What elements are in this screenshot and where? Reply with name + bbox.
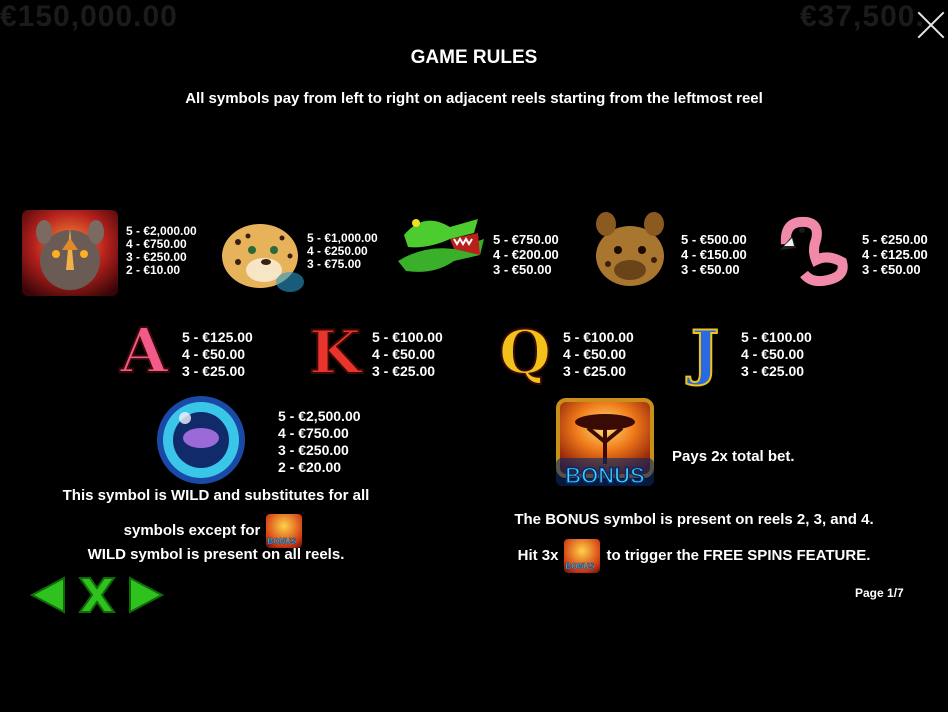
page-indicator: Page 1/7: [855, 586, 904, 600]
pay-line: 5 - €100.00: [563, 329, 634, 345]
crocodile-icon: [394, 205, 488, 285]
pay-line: 4 - €50.00: [563, 346, 627, 362]
prev-page-button[interactable]: [29, 576, 66, 619]
pay-line: 3 - €50.00: [493, 262, 552, 277]
pay-line: 4 - €750.00: [278, 425, 349, 441]
wild-coin-icon: [155, 394, 247, 486]
pay-line: 4 - €50.00: [741, 346, 805, 362]
flamingo-paytable: 5 - €250.00 4 - €125.00 3 - €50.00: [862, 232, 928, 277]
pay-line: 5 - €750.00: [493, 232, 559, 247]
pay-line: 3 - €25.00: [741, 363, 805, 379]
next-page-button[interactable]: [128, 576, 165, 619]
page-title: GAME RULES: [410, 47, 538, 68]
bonus-description-line2: Hit 3x to trigger the FREE SPINS FEATURE.: [478, 539, 910, 573]
pay-line: 2 - €20.00: [278, 459, 342, 475]
close-rules-button[interactable]: [76, 576, 118, 619]
wild-description-line3: WILD symbol is present on all reels.: [87, 546, 345, 563]
bonus-hit-text: Hit 3x: [517, 546, 559, 564]
king-symbol-icon: K: [308, 317, 362, 389]
ace-paytable: 5 - €125.00 4 - €50.00 3 - €25.00: [182, 329, 253, 380]
pay-line: 5 - €2,500.00: [278, 408, 361, 424]
pay-line: 5 - €100.00: [741, 329, 812, 345]
pay-line: 5 - €500.00: [681, 232, 747, 247]
pay-line: 3 - €25.00: [372, 363, 436, 379]
queen-symbol-icon: Q: [498, 317, 552, 389]
pay-line: 4 - €50.00: [182, 346, 246, 362]
pay-line: 5 - €100.00: [372, 329, 443, 345]
hyena-paytable: 5 - €500.00 4 - €150.00 3 - €50.00: [681, 232, 747, 277]
background-win-text: €37,500.: [800, 0, 925, 33]
cheetah-icon: [208, 212, 304, 296]
bonus-trigger-text: to trigger the FREE SPINS FEATURE.: [606, 546, 871, 564]
bonus-pay-description: Pays 2x total bet.: [672, 448, 795, 465]
bonus-mini-icon: [564, 539, 601, 573]
jack-symbol-icon: J: [690, 317, 720, 389]
pay-line: 5 - €250.00: [862, 232, 928, 247]
close-button[interactable]: [916, 10, 946, 40]
pay-line: 2 - €10.00: [126, 263, 181, 277]
pay-line: 3 - €25.00: [563, 363, 627, 379]
pay-line: 4 - €50.00: [372, 346, 436, 362]
queen-paytable: 5 - €100.00 4 - €50.00 3 - €25.00: [563, 329, 634, 380]
rhino-icon: [22, 210, 118, 296]
pay-line: 4 - €150.00: [681, 247, 747, 262]
bonus-mini-icon: [266, 514, 303, 548]
cheetah-paytable: 5 - €1,000.00 4 - €250.00 3 - €75.00: [307, 232, 378, 271]
pay-line: 5 - €125.00: [182, 329, 253, 345]
wild-paytable: 5 - €2,500.00 4 - €750.00 3 - €250.00 2 …: [278, 408, 361, 476]
hyena-icon: [588, 210, 672, 290]
bonus-description-line1: The BONUS symbol is present on reels 2, …: [514, 511, 874, 528]
pay-line: 3 - €250.00: [278, 442, 349, 458]
pay-line: 3 - €25.00: [182, 363, 246, 379]
ace-symbol-icon: A: [119, 314, 169, 387]
arrow-left-icon: [29, 576, 65, 614]
background-balance-text: €150,000.00: [0, 0, 178, 33]
pay-line: 3 - €50.00: [862, 262, 921, 277]
wild-description-line2: symbols except for: [40, 514, 392, 548]
wild-description-text: symbols except for: [123, 521, 261, 539]
jack-paytable: 5 - €100.00 4 - €50.00 3 - €25.00: [741, 329, 812, 380]
flamingo-icon: [772, 214, 852, 288]
crocodile-paytable: 5 - €750.00 4 - €200.00 3 - €50.00: [493, 232, 559, 277]
pay-line: 4 - €125.00: [862, 247, 928, 262]
wild-description-line1: This symbol is WILD and substitutes for …: [62, 487, 370, 504]
pay-line: 3 - €50.00: [681, 262, 740, 277]
pay-line: 4 - €200.00: [493, 247, 559, 262]
bonus-label: BONUS: [565, 462, 646, 489]
pay-line: 3 - €75.00: [307, 257, 362, 271]
close-x-icon: [78, 577, 116, 613]
rhino-paytable: 5 - €2,000.00 4 - €750.00 3 - €250.00 2 …: [126, 225, 197, 277]
king-paytable: 5 - €100.00 4 - €50.00 3 - €25.00: [372, 329, 443, 380]
arrow-right-icon: [129, 576, 165, 614]
rules-subtitle: All symbols pay from left to right on ad…: [185, 90, 763, 107]
